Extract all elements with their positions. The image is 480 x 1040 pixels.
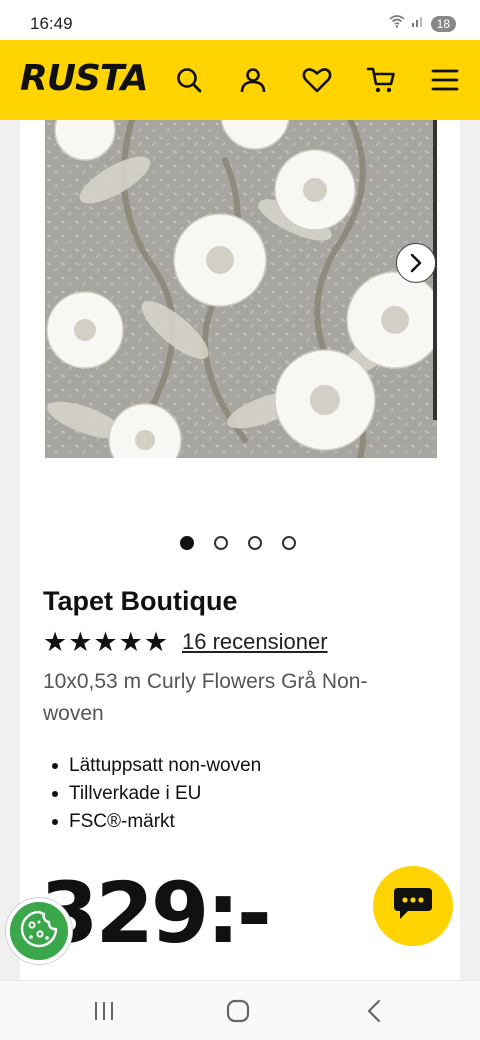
carousel-dot[interactable] xyxy=(180,536,194,550)
feature-text: Tillverkade i EU xyxy=(69,783,202,804)
product-subtitle: 10x0,53 m Curly Flowers Grå Non-woven xyxy=(43,670,368,725)
feature-list: Lättuppsatt non-woven Tillverkade i EU F… xyxy=(52,752,261,836)
system-nav-bar xyxy=(0,980,480,1040)
feature-text: Lättuppsatt non-woven xyxy=(69,755,262,776)
heart-icon[interactable] xyxy=(299,62,335,98)
feature-item: FSC®-märkt xyxy=(52,808,261,836)
status-time: 16:49 xyxy=(30,14,73,33)
chat-icon xyxy=(392,885,434,928)
bullet-icon xyxy=(52,819,58,825)
cart-icon[interactable] xyxy=(363,62,399,98)
bullet-icon xyxy=(52,791,58,797)
battery-icon: 18 xyxy=(430,15,456,32)
feature-item: Lättuppsatt non-woven xyxy=(52,752,261,780)
menu-icon[interactable] xyxy=(427,62,463,98)
search-icon[interactable] xyxy=(171,62,207,98)
account-icon[interactable] xyxy=(235,62,271,98)
chat-button[interactable] xyxy=(373,866,453,946)
cookie-icon xyxy=(19,909,59,954)
carousel-dot[interactable] xyxy=(248,536,262,550)
feature-item: Tillverkade i EU xyxy=(52,780,261,808)
carousel-dot[interactable] xyxy=(214,536,228,550)
bullet-icon xyxy=(52,763,58,769)
site-header: RUSTA xyxy=(0,40,480,120)
carousel-dots xyxy=(180,536,296,550)
product-image[interactable] xyxy=(45,120,437,458)
status-bar: 16:49 18 xyxy=(0,0,480,40)
product-title: Tapet Boutique xyxy=(43,586,238,616)
back-icon[interactable] xyxy=(356,995,392,1027)
product-price: 329:- xyxy=(40,864,272,962)
signal-icon xyxy=(411,14,425,33)
home-icon[interactable] xyxy=(220,995,256,1027)
cookie-settings-button[interactable] xyxy=(6,898,72,964)
carousel-dot[interactable] xyxy=(282,536,296,550)
rating-stars: ★★★★★ xyxy=(43,627,170,657)
wifi-icon xyxy=(389,14,405,33)
rusta-logo[interactable]: RUSTA xyxy=(20,58,149,99)
reviews-link[interactable]: 16 recensioner xyxy=(182,629,328,655)
status-icons: 18 xyxy=(389,14,456,33)
chevron-right-icon[interactable] xyxy=(396,243,436,283)
recent-apps-icon[interactable] xyxy=(86,995,122,1027)
feature-text: FSC®-märkt xyxy=(69,811,175,832)
